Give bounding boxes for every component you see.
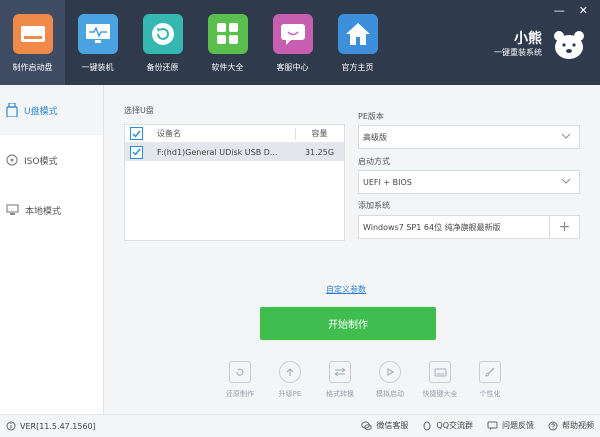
chat-icon (272, 14, 313, 54)
select-all-checkbox[interactable] (130, 127, 143, 140)
qq-group-link[interactable]: QQ交流群 (422, 420, 473, 431)
add-system-button[interactable]: + (549, 216, 579, 238)
status-bar: VER[11.5.47.1560] 微信客服 QQ交流群 问题反馈 帮助视频 (0, 414, 600, 437)
tool-hotkeys[interactable]: 快捷键大全 (420, 361, 460, 399)
status-link-label: 问题反馈 (502, 421, 534, 430)
disc-icon (6, 154, 18, 166)
nav-label: 官方主页 (341, 63, 374, 72)
feedback-link[interactable]: 问题反馈 (487, 420, 534, 431)
tool-format-convert[interactable]: 格式转换 (320, 361, 360, 399)
top-navigation-bar: 制作启动盘 一键装机 备份还原 软件大全 客服中心 官方主页 — ✕ 小熊 一键… (0, 0, 600, 85)
nav-item-homepage[interactable]: 官方主页 (325, 0, 390, 85)
main-panel: 选择U盘 设备名 容量 F:(hd1)General UDisk USB D..… (104, 85, 600, 414)
column-header-device: 设备名 (157, 129, 181, 138)
tool-label: 快捷键大全 (422, 390, 458, 398)
nav-label: 一键装机 (81, 63, 114, 72)
usb-section-label: 选择U盘 (124, 106, 154, 115)
row-checkbox[interactable] (130, 145, 143, 159)
sidebar-item-usb-mode[interactable]: U盘模式 (0, 85, 103, 135)
restore-tool-icon (229, 361, 251, 383)
device-capacity: 31.25G (304, 147, 335, 157)
monitor-icon (77, 14, 118, 54)
tool-label: 还原制作 (226, 390, 254, 398)
device-name: F:(hd1)General UDisk USB D... (157, 147, 278, 157)
pe-version-select[interactable]: 高级版 (358, 125, 580, 149)
nav-label: 软件大全 (211, 63, 244, 72)
info-icon (6, 421, 16, 431)
brush-icon (479, 361, 501, 383)
status-links: 微信客服 QQ交流群 问题反馈 帮助视频 (361, 420, 594, 431)
nav-item-support[interactable]: 客服中心 (260, 0, 325, 85)
keyboard-icon (429, 361, 451, 383)
minimize-icon[interactable]: — (554, 4, 565, 17)
nav-label: 制作启动盘 (12, 63, 53, 72)
tool-upgrade-pe[interactable]: 升级PE (270, 361, 310, 399)
play-icon (379, 361, 401, 383)
pe-version-label: PE版本 (358, 112, 384, 121)
main-nav: 制作启动盘 一键装机 备份还原 软件大全 客服中心 官方主页 (0, 0, 390, 85)
upgrade-icon (279, 361, 301, 383)
wechat-icon (361, 421, 373, 430)
sidebar-item-label: ISO模式 (24, 156, 58, 167)
usb-drive-icon (12, 14, 53, 54)
window-controls: — ✕ (554, 4, 588, 17)
feedback-icon (487, 421, 498, 430)
tool-simulate-boot[interactable]: 模拟启动 (370, 361, 410, 399)
apps-grid-icon (207, 14, 248, 54)
add-system-label: 添加系统 (358, 201, 390, 210)
table-header: 设备名 容量 (125, 125, 344, 143)
tool-label: 个性化 (479, 390, 501, 398)
nav-item-backup-restore[interactable]: 备份还原 (130, 0, 195, 85)
nav-item-one-click-install[interactable]: 一键装机 (65, 0, 130, 85)
help-icon (548, 421, 558, 430)
tool-label: 升级PE (278, 390, 302, 398)
bear-logo-icon (554, 31, 584, 59)
computer-icon (6, 204, 19, 215)
start-make-button[interactable]: 开始制作 (260, 307, 436, 340)
version-info: VER[11.5.47.1560] (6, 421, 96, 431)
custom-params-link[interactable]: 自定义参数 (326, 284, 366, 295)
column-header-capacity: 容量 (311, 129, 328, 138)
sidebar: U盘模式 ISO模式 本地模式 (0, 85, 104, 414)
sidebar-item-label: 本地模式 (25, 206, 62, 217)
tool-row: 还原制作 升级PE 格式转换 模拟启动 快捷键大全 个性化 (220, 361, 510, 399)
status-link-label: 微信客服 (376, 421, 409, 430)
close-icon[interactable]: ✕ (579, 4, 588, 17)
version-text: VER[11.5.47.1560] (20, 421, 96, 431)
help-video-link[interactable]: 帮助视频 (548, 420, 594, 431)
tool-label: 格式转换 (326, 390, 354, 398)
tool-restore-make[interactable]: 还原制作 (220, 361, 260, 399)
brand-subtitle: 一键重装系统 (494, 48, 542, 57)
boot-mode-value: UEFI + BIOS (363, 177, 412, 187)
status-link-label: QQ交流群 (436, 421, 473, 430)
tool-personalize[interactable]: 个性化 (470, 361, 510, 399)
sidebar-item-iso-mode[interactable]: ISO模式 (0, 135, 103, 185)
convert-icon (329, 361, 351, 383)
home-icon (337, 14, 378, 54)
status-link-label: 帮助视频 (562, 421, 594, 430)
boot-mode-select[interactable]: UEFI + BIOS (358, 170, 580, 194)
chevron-down-icon (561, 133, 571, 139)
usb-icon (6, 103, 18, 117)
sidebar-item-local-mode[interactable]: 本地模式 (0, 185, 103, 235)
system-image-field[interactable]: Windows7 SP1 64位 纯净旗舰最新版 + (358, 215, 580, 239)
sidebar-item-label: U盘模式 (24, 106, 58, 117)
nav-item-make-boot-disk[interactable]: 制作启动盘 (0, 0, 65, 85)
table-row[interactable]: F:(hd1)General UDisk USB D... 31.25G (125, 143, 344, 161)
brand: 小熊 一键重装系统 (494, 30, 586, 60)
wechat-support-link[interactable]: 微信客服 (361, 420, 408, 431)
nav-label: 备份还原 (146, 63, 179, 72)
system-image-value: Windows7 SP1 64位 纯净旗舰最新版 (363, 222, 501, 232)
boot-mode-label: 启动方式 (358, 157, 390, 166)
nav-label: 客服中心 (276, 63, 309, 72)
nav-item-software[interactable]: 软件大全 (195, 0, 260, 85)
usb-device-table: 设备名 容量 F:(hd1)General UDisk USB D... 31.… (124, 124, 345, 241)
pe-version-value: 高级版 (363, 132, 387, 142)
qq-icon (423, 421, 431, 430)
restore-icon (142, 14, 183, 54)
tool-label: 模拟启动 (376, 390, 404, 398)
brand-title: 小熊 (514, 31, 542, 47)
chevron-down-icon (561, 178, 571, 184)
